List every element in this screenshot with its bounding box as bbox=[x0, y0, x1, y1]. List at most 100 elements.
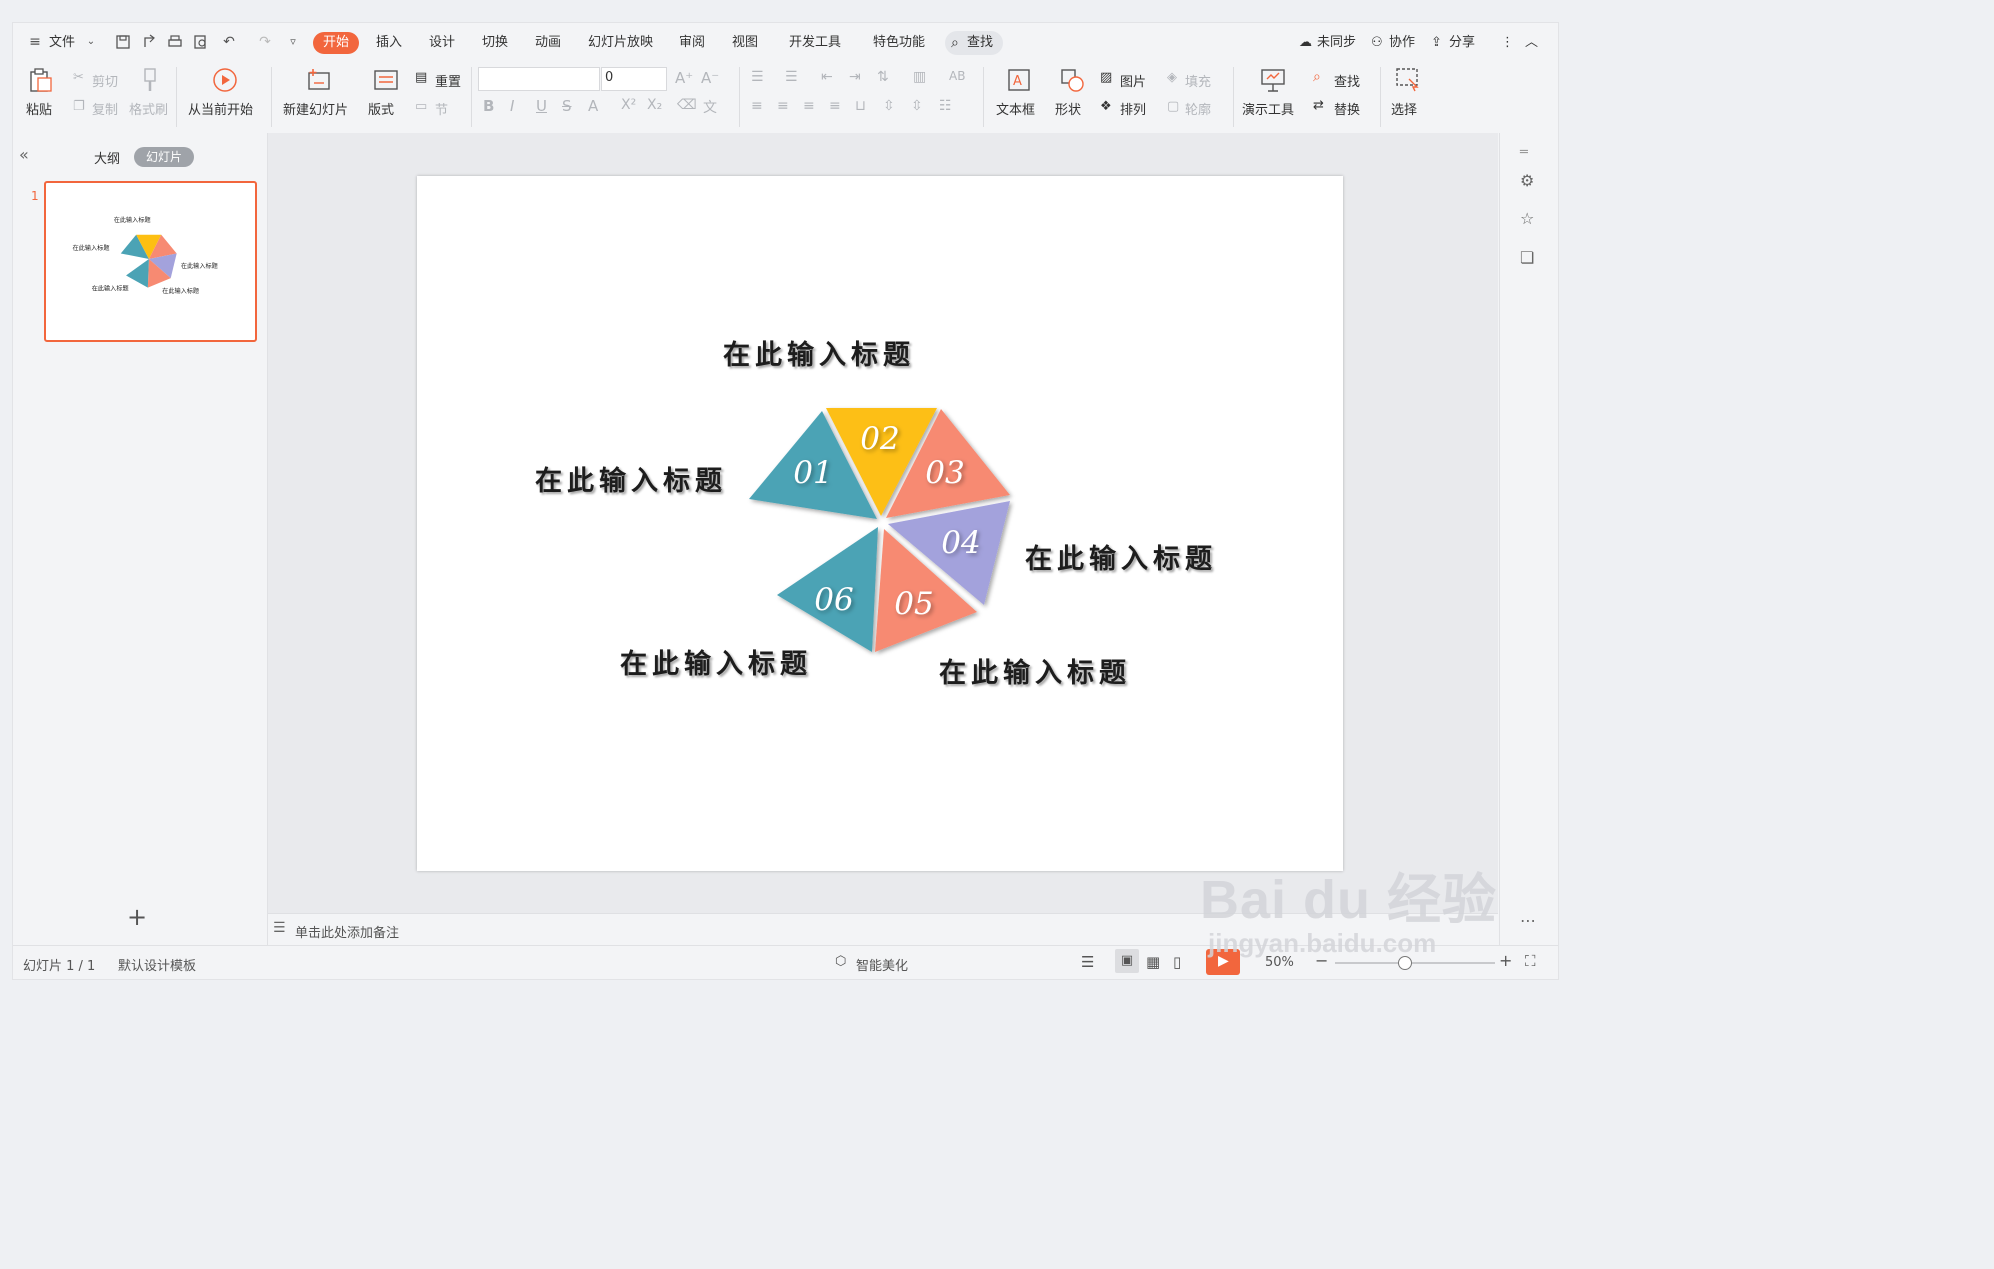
paste-icon[interactable] bbox=[27, 67, 53, 93]
slide-switch-icon[interactable]: ❏ bbox=[1520, 248, 1534, 267]
increase-indent-icon[interactable]: ⇥ bbox=[849, 69, 861, 85]
share-icon[interactable]: ⇪ bbox=[1431, 32, 1442, 54]
new-slide-icon[interactable] bbox=[306, 67, 332, 93]
collapse-panel-icon[interactable]: « bbox=[19, 145, 29, 164]
fill-button[interactable]: 填充 bbox=[1185, 71, 1211, 90]
user-icon[interactable]: ⚇ bbox=[1371, 32, 1383, 54]
paragraph-settings-icon[interactable]: ☷ bbox=[939, 98, 952, 114]
reset-button[interactable]: 重置 bbox=[435, 71, 461, 90]
find-button[interactable]: 查找 bbox=[1334, 71, 1360, 90]
find-icon[interactable]: ⌕ bbox=[1313, 69, 1321, 85]
add-slide-icon[interactable]: + bbox=[127, 903, 147, 931]
phonetic-icon[interactable]: 文 bbox=[703, 97, 717, 117]
tab-slides[interactable]: 幻灯片 bbox=[134, 147, 194, 167]
redo-icon[interactable]: ↷ bbox=[257, 34, 273, 50]
tab-animation[interactable]: 动画 bbox=[535, 32, 561, 54]
export-icon[interactable] bbox=[141, 34, 157, 50]
sorter-view-icon[interactable]: ▦ bbox=[1146, 953, 1160, 971]
slide[interactable]: 01 02 03 04 05 06 在此输入标题 在此输入标题 在此输入标题 在… bbox=[417, 176, 1343, 871]
distribute-icon[interactable]: ⊔ bbox=[855, 98, 866, 114]
reading-view-icon[interactable]: ▯ bbox=[1173, 953, 1181, 971]
outline-icon[interactable]: ▢ bbox=[1167, 99, 1179, 114]
properties-icon[interactable]: ⚙ bbox=[1520, 171, 1534, 190]
title-bottom-left[interactable]: 在此输入标题 bbox=[620, 642, 812, 681]
tab-home[interactable]: 开始 bbox=[313, 32, 360, 54]
new-slide-button[interactable]: 新建幻灯片 bbox=[283, 99, 348, 118]
zoom-in-icon[interactable]: + bbox=[1499, 951, 1512, 970]
clear-format-icon[interactable]: ⌫ bbox=[677, 97, 697, 113]
picture-icon[interactable]: ▨ bbox=[1100, 70, 1112, 85]
hamburger-menu-icon[interactable]: ≡ bbox=[27, 34, 43, 50]
presentation-tools-icon[interactable] bbox=[1260, 67, 1286, 93]
normal-view-icon[interactable]: ▣ bbox=[1115, 949, 1139, 973]
bullet-list-icon[interactable]: ☰ bbox=[751, 69, 764, 85]
save-icon[interactable] bbox=[115, 34, 131, 50]
layout-icon[interactable] bbox=[373, 67, 399, 93]
text-direction-icon[interactable]: ⇅ bbox=[877, 69, 889, 85]
shape-button[interactable]: 形状 bbox=[1055, 99, 1081, 118]
template-name[interactable]: 默认设计模板 bbox=[118, 955, 196, 974]
section-button[interactable]: 节 bbox=[435, 99, 448, 118]
animation-icon[interactable]: ☆ bbox=[1520, 209, 1534, 228]
italic-icon[interactable]: I bbox=[510, 97, 514, 115]
format-painter-button[interactable]: 格式刷 bbox=[129, 99, 168, 118]
numbered-list-icon[interactable]: ☰ bbox=[785, 69, 798, 85]
beautify-icon[interactable]: ⬡ bbox=[835, 954, 846, 969]
font-name-select[interactable] bbox=[478, 67, 600, 91]
cut-button[interactable]: 剪切 bbox=[92, 71, 118, 90]
strikethrough-icon[interactable]: S bbox=[562, 97, 572, 115]
more-sidebar-icon[interactable]: ⋯ bbox=[1520, 911, 1536, 930]
tab-insert[interactable]: 插入 bbox=[376, 32, 402, 54]
fit-window-icon[interactable]: ⛶ bbox=[1525, 952, 1536, 970]
search-command[interactable]: ⌕ 查找 bbox=[945, 31, 1003, 55]
collapse-ribbon-icon[interactable]: ︿ bbox=[1525, 32, 1538, 54]
copy-icon[interactable]: ❐ bbox=[73, 99, 85, 114]
select-button[interactable]: 选择 bbox=[1391, 99, 1417, 118]
tab-design[interactable]: 设计 bbox=[429, 32, 455, 54]
decrease-indent-icon[interactable]: ⇤ bbox=[821, 69, 833, 85]
title-top[interactable]: 在此输入标题 bbox=[723, 333, 915, 372]
tab-slideshow[interactable]: 幻灯片放映 bbox=[588, 32, 653, 54]
chevron-down-icon[interactable]: ⌄ bbox=[83, 34, 99, 50]
superscript-icon[interactable]: X² bbox=[621, 97, 636, 113]
select-icon[interactable] bbox=[1395, 67, 1421, 93]
tab-outline[interactable]: 大纲 bbox=[94, 148, 120, 167]
cloud-sync-icon[interactable]: ☁ bbox=[1299, 32, 1312, 54]
tab-developer[interactable]: 开发工具 bbox=[789, 32, 841, 54]
share-button[interactable]: 分享 bbox=[1449, 32, 1475, 54]
fill-icon[interactable]: ◈ bbox=[1167, 70, 1177, 85]
collaborate-button[interactable]: 协作 bbox=[1389, 32, 1415, 54]
subscript-icon[interactable]: X₂ bbox=[647, 97, 662, 113]
title-right[interactable]: 在此输入标题 bbox=[1025, 537, 1217, 576]
replace-button[interactable]: 替换 bbox=[1334, 99, 1360, 118]
decrease-font-icon[interactable]: A⁻ bbox=[701, 69, 719, 87]
line-spacing-icon[interactable]: ⇳ bbox=[883, 98, 895, 114]
customize-quick-access-icon[interactable]: ▿ bbox=[285, 34, 301, 50]
print-icon[interactable] bbox=[167, 34, 183, 50]
tab-special[interactable]: 特色功能 bbox=[873, 32, 925, 54]
zoom-slider[interactable] bbox=[1335, 956, 1495, 970]
beautify-button[interactable]: 智能美化 bbox=[856, 955, 908, 974]
shape-icon[interactable] bbox=[1059, 67, 1085, 93]
paste-button[interactable]: 粘贴 bbox=[26, 99, 52, 118]
sync-status[interactable]: 未同步 bbox=[1317, 32, 1356, 54]
format-painter-icon[interactable] bbox=[137, 67, 163, 93]
outline-button[interactable]: 轮廓 bbox=[1185, 99, 1211, 118]
align-right-icon[interactable]: ≡ bbox=[803, 98, 815, 114]
textbox-button[interactable]: 文本框 bbox=[996, 99, 1035, 118]
underline-icon[interactable]: U bbox=[536, 97, 547, 115]
reset-icon[interactable]: ▤ bbox=[415, 70, 427, 85]
increase-font-icon[interactable]: A⁺ bbox=[675, 69, 693, 87]
presentation-tools-button[interactable]: 演示工具 bbox=[1242, 99, 1294, 118]
file-menu[interactable]: 文件 bbox=[49, 32, 75, 54]
from-current-button[interactable]: 从当前开始 bbox=[188, 99, 253, 118]
tab-transition[interactable]: 切换 bbox=[482, 32, 508, 54]
title-left[interactable]: 在此输入标题 bbox=[535, 459, 727, 498]
title-bottom-right[interactable]: 在此输入标题 bbox=[939, 651, 1131, 690]
tab-view[interactable]: 视图 bbox=[732, 32, 758, 54]
layout-button[interactable]: 版式 bbox=[368, 99, 394, 118]
print-preview-icon[interactable] bbox=[193, 34, 209, 50]
replace-icon[interactable]: ⇄ bbox=[1313, 98, 1324, 113]
arrange-icon[interactable]: ❖ bbox=[1100, 99, 1112, 114]
align-center-icon[interactable]: ≡ bbox=[777, 98, 789, 114]
